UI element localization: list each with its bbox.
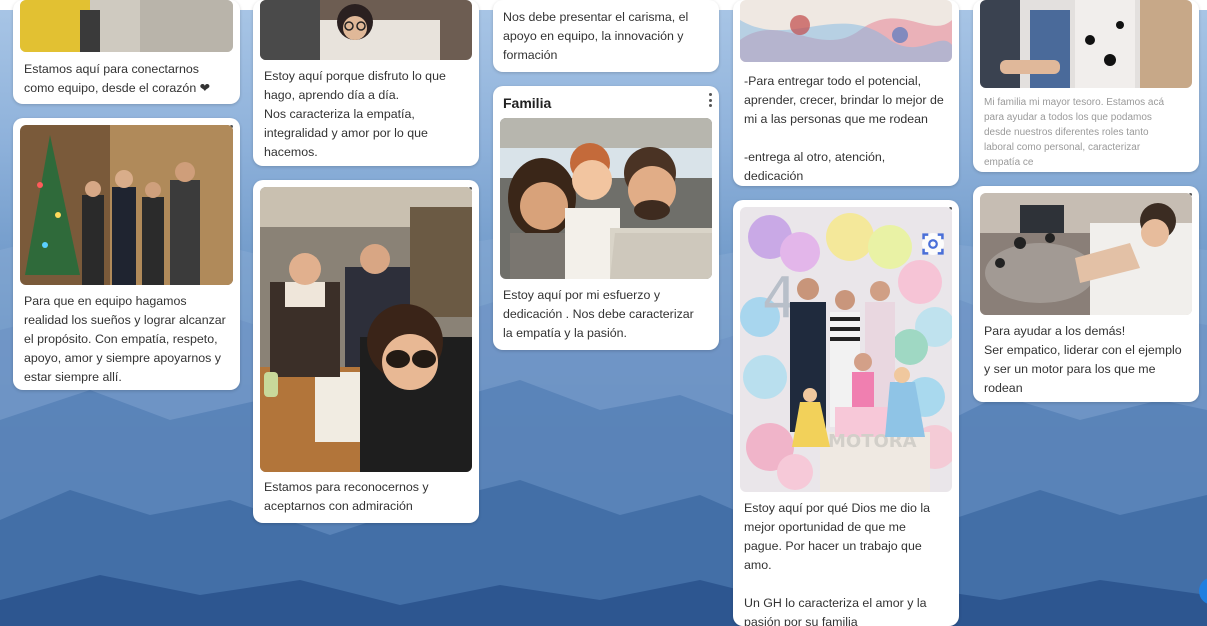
post-card-1[interactable]: Estamos aquí para conectarnos como equip… <box>13 0 240 104</box>
more-options-icon[interactable] <box>705 93 715 107</box>
post-photo <box>980 193 1192 315</box>
post-photo <box>740 0 952 62</box>
post-photo <box>260 187 472 472</box>
post-photo <box>20 0 233 52</box>
post-text: Para ayudar a los demás! Ser empatico, l… <box>984 324 1182 395</box>
post-text: Para que en equipo hagamos realidad los … <box>24 294 226 384</box>
post-card-2[interactable]: Para que en equipo hagamos realidad los … <box>13 118 240 390</box>
post-card-5[interactable]: Nos debe presentar el carisma, el apoyo … <box>493 0 719 72</box>
post-card-9[interactable]: Mi familia mi mayor tesoro. Estamos acá … <box>973 0 1199 172</box>
post-text: Estamos aquí para conectarnos como equip… <box>24 62 211 95</box>
post-photo <box>500 118 712 279</box>
post-photo <box>980 0 1192 88</box>
post-text: Nos debe presentar el carisma, el apoyo … <box>503 10 689 62</box>
post-text: -Para entregar todo el potencial, aprend… <box>744 74 944 183</box>
post-photo <box>260 0 472 60</box>
post-card-6[interactable]: Familia Estoy aquí por mi esfuerzo y ded… <box>493 86 719 350</box>
post-card-10[interactable]: Para ayudar a los demás! Ser empatico, l… <box>973 186 1199 402</box>
post-card-3[interactable]: Estoy aquí porque disfruto lo que hago, … <box>253 0 479 166</box>
visual-search-icon[interactable] <box>922 233 944 255</box>
post-text: Estoy aquí porque disfruto lo que hago, … <box>264 69 446 159</box>
post-photo: 4 MOTORA <box>740 207 952 492</box>
post-card-7[interactable]: -Para entregar todo el potencial, aprend… <box>733 0 959 186</box>
post-title: Familia <box>503 95 552 111</box>
post-card-8[interactable]: 4 MOTORA Estoy aquí por qué Dios me dio … <box>733 200 959 626</box>
post-text: Mi familia mi mayor tesoro. Estamos acá … <box>984 97 1165 168</box>
post-text: Estoy aquí por qué Dios me dio la mejor … <box>744 501 930 626</box>
post-card-4[interactable]: Estamos para reconocernos y aceptarnos c… <box>253 180 479 523</box>
post-photo <box>20 125 233 285</box>
post-text: Estoy aquí por mi esfuerzo y dedicación … <box>503 288 694 340</box>
post-text: Estamos para reconocernos y aceptarnos c… <box>264 480 429 513</box>
